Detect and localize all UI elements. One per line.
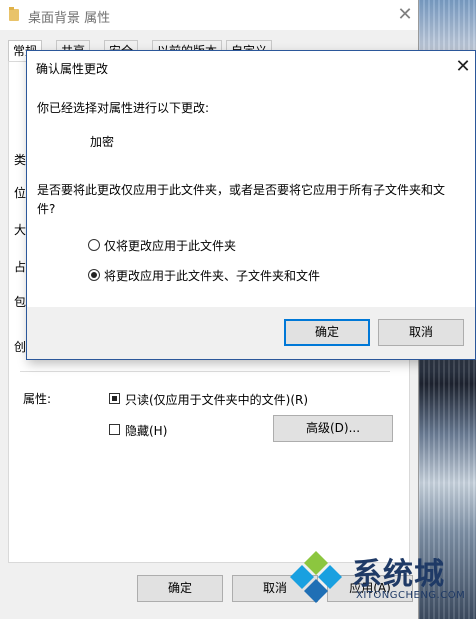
- radio-folder-subfolders-files-label[interactable]: 将更改应用于此文件夹、子文件夹和文件: [104, 267, 320, 284]
- edge-label-contains: 包: [14, 295, 27, 309]
- ok-button[interactable]: 确定: [137, 575, 223, 602]
- folder-icon: [9, 7, 19, 21]
- edge-label-location: 位: [14, 186, 27, 200]
- radio-this-folder-only[interactable]: [88, 239, 100, 251]
- hidden-checkbox-label[interactable]: 隐藏(H): [125, 422, 167, 439]
- edge-label-size-on-disk: 占: [14, 260, 27, 274]
- watermark-text: 系统城: [352, 557, 445, 592]
- watermark-subtext: XITONGCHENG.COM: [356, 590, 466, 601]
- advanced-button[interactable]: 高级(D)...: [273, 415, 393, 442]
- dialog-titlebar: 确认属性更改 ✕: [27, 51, 475, 83]
- readonly-checkbox-label[interactable]: 只读(仅应用于文件夹中的文件)(R): [125, 391, 308, 408]
- dialog-cancel-button[interactable]: 取消: [378, 319, 464, 346]
- dialog-change-text: 加密: [90, 135, 115, 149]
- dialog-title: 确认属性更改: [36, 62, 109, 76]
- readonly-checkbox[interactable]: [109, 393, 120, 404]
- divider: [20, 371, 390, 372]
- hidden-checkbox[interactable]: [109, 424, 120, 435]
- attributes-label: 属性:: [23, 392, 52, 406]
- radio-folder-subfolders-files[interactable]: [88, 269, 100, 281]
- radio-this-folder-only-label[interactable]: 仅将更改应用于此文件夹: [104, 237, 236, 254]
- watermark: 系统城 XITONGCHENG.COM: [282, 545, 476, 615]
- properties-titlebar: 桌面背景 属性 ✕: [0, 0, 418, 30]
- edge-label-type: 类: [14, 153, 27, 167]
- dialog-footer: 确定 取消: [27, 307, 475, 359]
- edge-label-size: 大: [14, 223, 27, 237]
- confirm-attribute-changes-dialog: 确认属性更改 ✕ 你已经选择对属性进行以下更改: 加密 是否要将此更改仅应用于此…: [26, 50, 476, 360]
- properties-window-title: 桌面背景 属性: [28, 11, 111, 26]
- close-icon[interactable]: ✕: [393, 3, 417, 27]
- dialog-ok-button[interactable]: 确定: [284, 319, 370, 346]
- dialog-close-icon[interactable]: ✕: [451, 55, 475, 79]
- watermark-logo-icon: [290, 551, 342, 603]
- dialog-question-text: 是否要将此更改仅应用于此文件夹，或者是否要将它应用于所有子文件夹和文件?: [37, 183, 446, 216]
- edge-label-created: 创: [14, 340, 27, 354]
- dialog-intro-text: 你已经选择对属性进行以下更改:: [37, 101, 210, 115]
